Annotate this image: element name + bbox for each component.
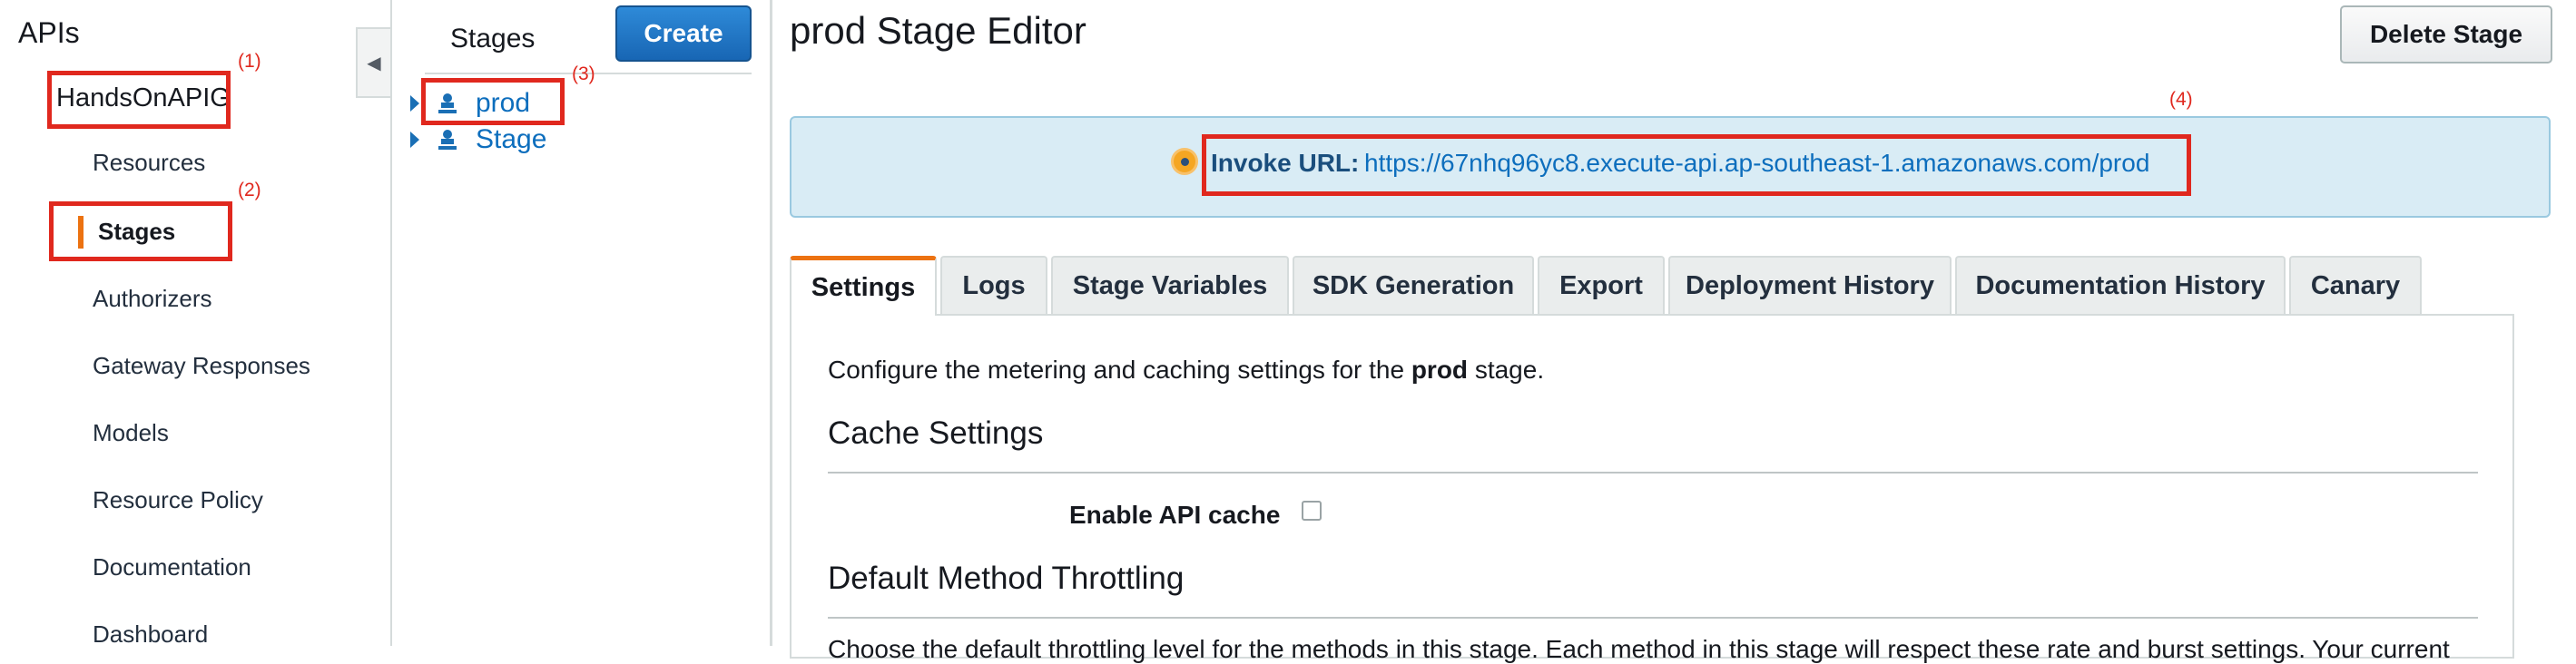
tab-canary[interactable]: Canary (2289, 256, 2422, 314)
tab-stage-variables[interactable]: Stage Variables (1051, 256, 1289, 314)
sidebar-item-models[interactable]: Models (93, 419, 169, 447)
sidebar-item-gateway-responses[interactable]: Gateway Responses (93, 352, 310, 380)
tab-settings[interactable]: Settings (790, 256, 937, 316)
sidebar-item-resource-policy[interactable]: Resource Policy (93, 486, 263, 514)
expand-caret-icon[interactable] (410, 95, 419, 112)
callout-box-2 (49, 201, 232, 261)
tab-deployment-history[interactable]: Deployment History (1668, 256, 1952, 314)
default-method-throttling-heading: Default Method Throttling (828, 561, 1185, 596)
divider (828, 472, 2478, 474)
collapse-panel-button[interactable]: ◀ (356, 27, 390, 98)
delete-stage-button[interactable]: Delete Stage (2340, 5, 2552, 63)
page-title: prod Stage Editor (790, 9, 1086, 52)
sidebar-item-dashboard[interactable]: Dashboard (93, 620, 208, 649)
tab-export[interactable]: Export (1538, 256, 1665, 314)
info-icon (1171, 148, 1198, 175)
stages-panel-title: Stages (450, 24, 536, 54)
caret-left-icon: ◀ (367, 53, 381, 73)
callout-number-3: (3) (572, 63, 595, 84)
tab-logs[interactable]: Logs (940, 256, 1047, 314)
apis-title[interactable]: APIs (18, 16, 80, 50)
description-text: Configure the metering and caching setti… (828, 356, 1411, 384)
callout-number-4: (4) (2169, 89, 2193, 110)
create-stage-button[interactable]: Create (615, 5, 752, 62)
callout-box-3 (421, 78, 565, 125)
sidebar-item-documentation[interactable]: Documentation (93, 553, 251, 581)
cache-settings-heading: Cache Settings (828, 415, 1044, 451)
expand-caret-icon[interactable] (410, 132, 419, 148)
tree-item-stage[interactable]: Stage (410, 124, 546, 155)
enable-api-cache-label: Enable API cache (1069, 501, 1281, 529)
callout-number-2: (2) (238, 180, 261, 200)
divider (828, 617, 2478, 619)
tab-documentation-history[interactable]: Documentation History (1955, 256, 2286, 314)
tab-sdk-generation[interactable]: SDK Generation (1293, 256, 1534, 314)
description-stage-name: prod (1411, 356, 1469, 384)
sidebar-item-authorizers[interactable]: Authorizers (93, 285, 212, 313)
callout-number-1: (1) (238, 51, 261, 72)
description-text-end: stage. (1468, 356, 1545, 384)
callout-box-1 (47, 71, 231, 129)
sidebar-item-resources[interactable]: Resources (93, 149, 205, 177)
settings-description: Configure the metering and caching setti… (828, 356, 1544, 385)
throttling-description: Choose the default throttling level for … (828, 635, 2450, 663)
tree-item-label[interactable]: Stage (476, 124, 546, 155)
stage-icon (438, 130, 457, 150)
enable-api-cache-checkbox[interactable] (1302, 501, 1322, 521)
callout-box-4 (1202, 134, 2191, 196)
